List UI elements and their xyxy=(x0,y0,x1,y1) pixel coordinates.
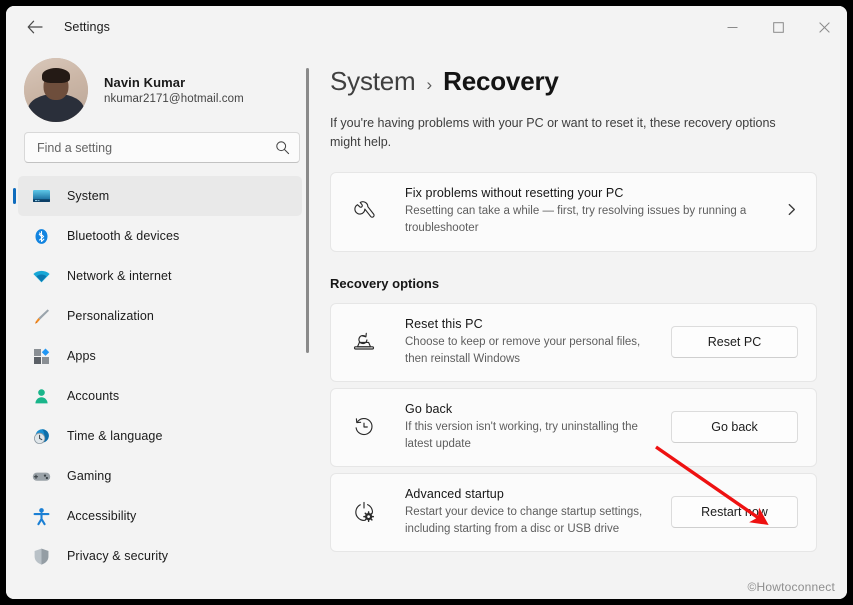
sidebar-item-accounts[interactable]: Accounts xyxy=(18,376,302,416)
window-controls xyxy=(709,6,847,48)
sidebar-item-label: Apps xyxy=(67,349,96,363)
shield-icon xyxy=(31,546,51,566)
account-section[interactable]: Navin Kumar nkumar2171@hotmail.com xyxy=(6,48,318,126)
restart-now-button[interactable]: Restart now xyxy=(671,496,798,529)
account-name: Navin Kumar xyxy=(104,75,186,90)
search-box[interactable] xyxy=(24,132,300,163)
title-bar: Settings xyxy=(6,6,847,48)
gamepad-icon xyxy=(31,466,51,486)
minimize-icon xyxy=(727,26,737,28)
apps-icon xyxy=(31,346,51,366)
page-title: Recovery xyxy=(443,66,559,96)
go-back-card: Go back If this version isn't working, t… xyxy=(330,387,817,467)
maximize-icon xyxy=(772,21,784,33)
sidebar-scrollbar[interactable] xyxy=(306,68,309,353)
page-description: If you're having problems with your PC o… xyxy=(330,116,776,150)
breadcrumb-separator-icon: › xyxy=(426,75,433,94)
breadcrumb-parent[interactable]: System xyxy=(330,66,416,97)
card-description: Restart your device to change startup se… xyxy=(405,505,643,535)
sidebar-item-gaming[interactable]: Gaming xyxy=(18,456,302,496)
window-body: Navin Kumar nkumar2171@hotmail.com Syste… xyxy=(6,48,847,599)
reset-pc-icon xyxy=(349,329,379,355)
sidebar-nav: System Bluetooth & devices Network & inter… xyxy=(6,176,318,599)
card-title: Advanced startup xyxy=(405,486,504,501)
bluetooth-icon xyxy=(31,226,51,246)
go-back-button[interactable]: Go back xyxy=(671,411,798,444)
wifi-icon xyxy=(31,266,51,286)
power-gear-icon xyxy=(349,499,379,525)
chevron-right-icon[interactable] xyxy=(777,203,798,221)
section-title: Recovery options xyxy=(330,275,440,291)
sidebar-item-privacy-security[interactable]: Privacy & security xyxy=(18,536,302,576)
minimize-button[interactable] xyxy=(709,6,755,48)
sidebar-item-label: Accounts xyxy=(67,389,120,403)
wrench-icon xyxy=(349,199,379,225)
card-description: Resetting can take a while — first, try … xyxy=(405,205,747,235)
sidebar-item-label: Time & language xyxy=(67,429,163,443)
card-title: Fix problems without resetting your PC xyxy=(405,186,624,201)
card-description: If this version isn't working, try unins… xyxy=(405,420,638,450)
card-title: Go back xyxy=(405,401,453,416)
sidebar-item-personalization[interactable]: Personalization xyxy=(18,296,302,336)
monitor-icon xyxy=(31,186,51,206)
breadcrumb: System › Recovery xyxy=(330,48,817,97)
sidebar-item-label: Bluetooth & devices xyxy=(67,229,180,243)
maximize-button[interactable] xyxy=(755,6,801,48)
advanced-startup-card: Advanced startup Restart your device to … xyxy=(330,472,817,552)
sidebar-item-system[interactable]: System xyxy=(18,176,302,216)
sidebar-item-time-language[interactable]: Time & language xyxy=(18,416,302,456)
watermark: ©Howtoconnect xyxy=(747,580,835,594)
accessibility-icon xyxy=(31,506,51,526)
back-button[interactable] xyxy=(18,12,52,42)
reset-pc-card: Reset this PC Choose to keep or remove y… xyxy=(330,302,817,382)
sidebar-item-bluetooth-devices[interactable]: Bluetooth & devices xyxy=(18,216,302,256)
history-clock-icon xyxy=(349,414,379,440)
main-content: System › Recovery If you're having probl… xyxy=(318,48,847,599)
search-input[interactable] xyxy=(37,140,275,155)
sidebar-item-network-internet[interactable]: Network & internet xyxy=(18,256,302,296)
sidebar-item-label: Accessibility xyxy=(67,509,137,523)
sidebar-item-label: Gaming xyxy=(67,469,112,483)
card-title: Reset this PC xyxy=(405,316,483,331)
app-title: Settings xyxy=(64,20,110,34)
sidebar-item-label: Network & internet xyxy=(67,269,172,283)
close-icon xyxy=(818,21,830,33)
sidebar-item-accessibility[interactable]: Accessibility xyxy=(18,496,302,536)
person-icon xyxy=(31,386,51,406)
close-button[interactable] xyxy=(801,6,847,48)
fix-problems-card[interactable]: Fix problems without resetting your PC R… xyxy=(330,171,817,252)
avatar xyxy=(24,58,88,122)
clock-globe-icon xyxy=(31,426,51,446)
sidebar-item-label: System xyxy=(67,189,110,203)
search-section xyxy=(6,126,318,163)
sidebar-item-label: Privacy & security xyxy=(67,549,169,563)
paintbrush-icon xyxy=(31,306,51,326)
account-email: nkumar2171@hotmail.com xyxy=(104,93,244,105)
settings-window: Settings Navin Kumar nkumar2171@hotmail.… xyxy=(6,6,847,599)
search-icon xyxy=(276,141,290,155)
reset-pc-button[interactable]: Reset PC xyxy=(671,326,798,359)
sidebar-item-apps[interactable]: Apps xyxy=(18,336,302,376)
back-arrow-icon xyxy=(27,20,43,34)
sidebar: Navin Kumar nkumar2171@hotmail.com Syste… xyxy=(6,48,318,599)
card-description: Choose to keep or remove your personal f… xyxy=(405,335,641,365)
sidebar-item-label: Personalization xyxy=(67,309,154,323)
